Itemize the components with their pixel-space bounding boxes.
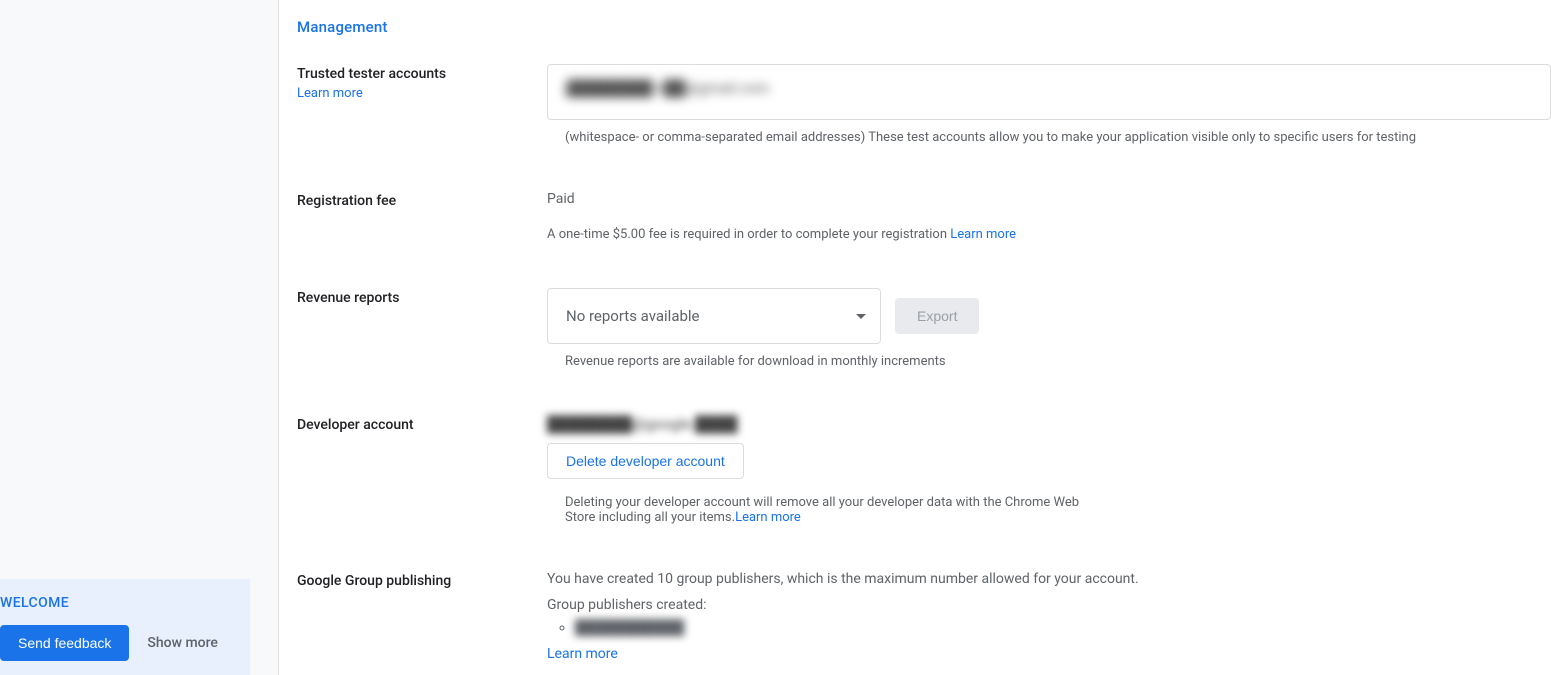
group-publishing-content: You have created 10 group publishers, wh… bbox=[547, 571, 1551, 662]
registration-fee-content: Paid A one-time $5.00 fee is required in… bbox=[547, 191, 1551, 242]
group-publishing-description: You have created 10 group publishers, wh… bbox=[547, 571, 1551, 587]
registration-fee-learn-more-link[interactable]: Learn more bbox=[950, 227, 1016, 242]
trusted-testers-label-wrap: Trusted tester accounts Learn more bbox=[297, 64, 547, 101]
revenue-reports-content: No reports available Export Revenue repo… bbox=[547, 288, 1551, 369]
welcome-popup-actions: Send feedback Show more bbox=[0, 625, 236, 661]
send-feedback-button[interactable]: Send feedback bbox=[0, 625, 129, 661]
group-publishing-row: Google Group publishing You have created… bbox=[297, 571, 1551, 662]
main-content: Management Trusted tester accounts Learn… bbox=[278, 0, 1551, 675]
developer-account-content: ████████@google.████ Delete developer ac… bbox=[547, 415, 1087, 525]
registration-fee-helper: A one-time $5.00 fee is required in orde… bbox=[547, 227, 1551, 242]
chevron-down-icon bbox=[856, 314, 866, 319]
developer-account-email: ████████@google.████ bbox=[547, 415, 1087, 433]
trusted-testers-row: Trusted tester accounts Learn more j████… bbox=[297, 64, 1551, 145]
registration-fee-helper-text: A one-time $5.00 fee is required in orde… bbox=[547, 227, 950, 242]
developer-account-label: Developer account bbox=[297, 415, 547, 433]
registration-fee-value: Paid bbox=[547, 191, 1551, 207]
developer-account-row: Developer account ████████@google.████ D… bbox=[297, 415, 1551, 525]
registration-fee-row: Registration fee Paid A one-time $5.00 f… bbox=[297, 191, 1551, 242]
group-publisher-item-name: ███████████ bbox=[575, 620, 684, 636]
group-publishers-list: ███████████ bbox=[547, 619, 1551, 636]
export-button: Export bbox=[895, 298, 979, 334]
sidebar bbox=[0, 0, 278, 675]
revenue-reports-controls: No reports available Export bbox=[547, 288, 979, 344]
group-publishing-subheading: Group publishers created: bbox=[547, 597, 1551, 613]
developer-account-helper: Deleting your developer account will rem… bbox=[547, 495, 1087, 525]
trusted-testers-helper: (whitespace- or comma-separated email ad… bbox=[547, 130, 1551, 145]
developer-account-helper-text: Deleting your developer account will rem… bbox=[565, 495, 1079, 525]
welcome-popup-title: WELCOME bbox=[0, 595, 236, 611]
revenue-reports-row: Revenue reports No reports available Exp… bbox=[297, 288, 1551, 369]
group-publisher-item: ███████████ bbox=[575, 619, 1551, 636]
management-section-title: Management bbox=[297, 18, 1551, 36]
welcome-popup: WELCOME Send feedback Show more bbox=[0, 579, 250, 675]
show-more-button[interactable]: Show more bbox=[147, 635, 218, 651]
trusted-testers-label: Trusted tester accounts bbox=[297, 66, 446, 82]
registration-fee-label: Registration fee bbox=[297, 191, 547, 209]
revenue-reports-selected: No reports available bbox=[566, 307, 700, 325]
group-publishing-label: Google Group publishing bbox=[297, 571, 547, 589]
trusted-testers-content: j████████ k██@gmail.com (whitespace- or … bbox=[547, 64, 1551, 145]
trusted-testers-input[interactable]: j████████ k██@gmail.com bbox=[547, 64, 1551, 120]
group-publishing-learn-more-link[interactable]: Learn more bbox=[547, 646, 618, 662]
developer-account-learn-more-link[interactable]: Learn more bbox=[735, 510, 801, 525]
revenue-reports-select[interactable]: No reports available bbox=[547, 288, 881, 344]
revenue-reports-label: Revenue reports bbox=[297, 288, 547, 306]
trusted-testers-learn-more-link[interactable]: Learn more bbox=[297, 86, 547, 101]
delete-developer-account-button[interactable]: Delete developer account bbox=[547, 443, 744, 479]
revenue-reports-helper: Revenue reports are available for downlo… bbox=[547, 354, 1551, 369]
trusted-testers-value: j████████ k██@gmail.com bbox=[564, 79, 769, 97]
